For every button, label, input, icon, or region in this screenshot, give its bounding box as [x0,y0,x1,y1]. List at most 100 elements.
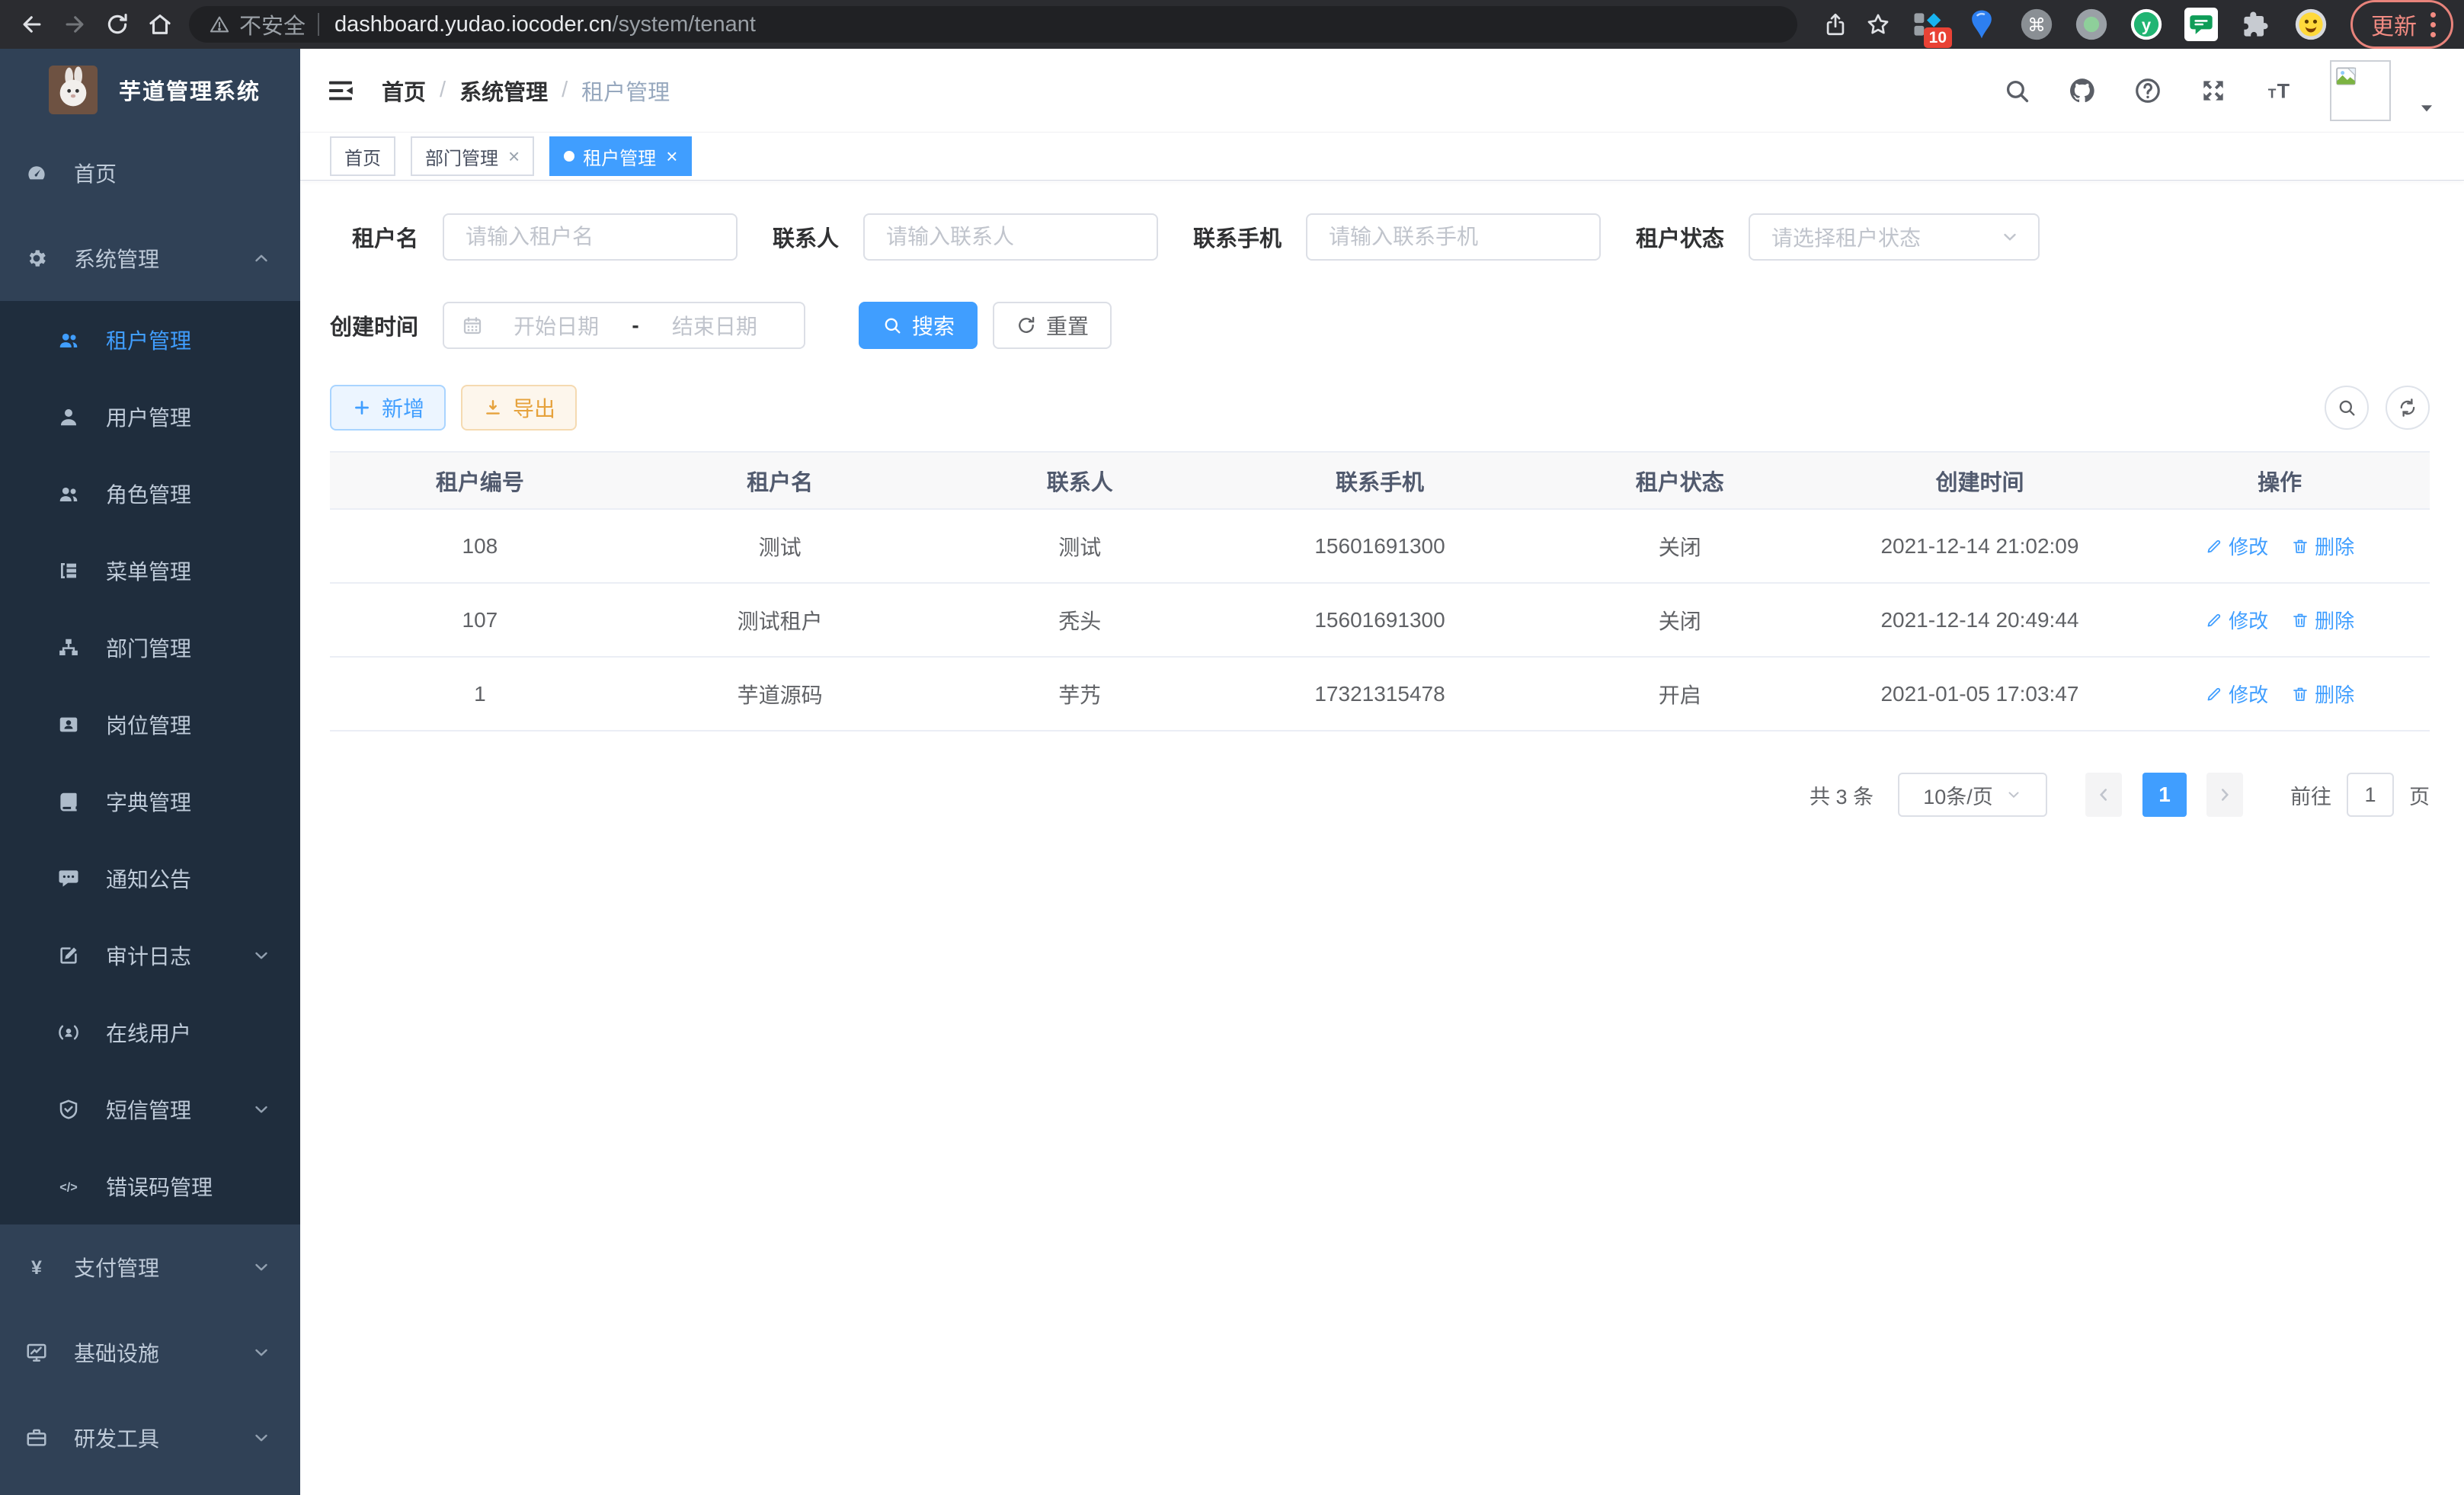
sidebar-item-label: 错误码管理 [106,1171,213,1202]
breadcrumb-system[interactable]: 系统管理 [459,75,548,107]
close-icon[interactable]: × [507,146,520,166]
status-label: 租户状态 [1636,221,1724,253]
reset-button[interactable]: 重置 [993,302,1112,349]
export-button[interactable]: 导出 [461,385,577,431]
cell-mobile: 17321315478 [1230,682,1530,706]
sidebar-item-label: 基础设施 [74,1337,159,1368]
edit-link[interactable]: 修改 [2205,606,2268,634]
search-icon [882,315,903,336]
extension-green-dot-icon[interactable] [2074,7,2109,42]
prev-page-button[interactable] [2085,773,2122,817]
extension-y-logo-icon[interactable]: y [2129,7,2164,42]
fullscreen-icon[interactable] [2199,76,2228,105]
page-number-1[interactable]: 1 [2142,773,2187,817]
font-size-icon[interactable]: TT [2264,76,2293,105]
goto-page-input[interactable] [2347,773,2394,817]
caret-down-icon[interactable] [2417,98,2437,122]
tenant-table: 租户编号 租户名 联系人 联系手机 租户状态 创建时间 操作 108测试测试15… [330,451,2430,731]
app-logo[interactable]: 芋道管理系统 [0,49,300,130]
share-icon[interactable] [1814,3,1857,46]
browser-home-icon[interactable] [139,3,181,46]
extension-command-icon[interactable]: ⌘ [2019,7,2054,42]
search-button[interactable]: 搜索 [859,302,978,349]
cell-created: 2021-12-14 21:02:09 [1830,534,2130,559]
announcement-icon [57,867,80,890]
sidebar-item-sms[interactable]: 短信管理 [0,1071,300,1148]
view-tab-tenant[interactable]: 租户管理× [549,136,692,176]
sidebar-item-dept[interactable]: 部门管理 [0,609,300,686]
delete-link[interactable]: 删除 [2291,532,2354,560]
edit-link[interactable]: 修改 [2205,680,2268,708]
logo-image [49,66,98,114]
tenant-name-input[interactable] [443,213,738,261]
github-icon[interactable] [2068,76,2097,105]
view-tab-dept[interactable]: 部门管理× [411,136,534,176]
sidebar-fold-icon[interactable] [325,75,356,106]
edit-link[interactable]: 修改 [2205,532,2268,560]
next-page-button[interactable] [2206,773,2243,817]
help-icon[interactable] [2133,76,2162,105]
sidebar-item-online-user[interactable]: 在线用户 [0,994,300,1071]
page-unit: 页 [2409,780,2430,810]
search-icon[interactable] [2002,76,2031,105]
sidebar-item-home[interactable]: 首页 [0,130,300,216]
browser-profile-avatar[interactable] [2293,7,2328,42]
sidebar-item-post[interactable]: 岗位管理 [0,686,300,763]
refresh-table-button[interactable] [2386,386,2430,430]
view-tab-home[interactable]: 首页 [330,136,395,176]
sidebar-item-role[interactable]: 角色管理 [0,455,300,532]
sidebar-item-dict[interactable]: 字典管理 [0,763,300,840]
extension-chat-icon[interactable] [2184,7,2219,42]
toggle-search-button[interactable] [2325,386,2369,430]
menu-tree-icon [57,559,80,582]
extensions-puzzle-icon[interactable] [2238,7,2274,42]
sidebar-item-audit-log[interactable]: 审计日志 [0,917,300,994]
sidebar-item-label: 菜单管理 [106,555,191,586]
browser-forward-icon[interactable] [53,3,96,46]
page-content: 租户名 联系人 联系手机 租户状态 请选择租户状态 [300,181,2464,1495]
add-button[interactable]: 新增 [330,385,446,431]
cell-actions: 修改删除 [2130,532,2430,560]
sidebar-item-label: 用户管理 [106,402,191,432]
extension-balloon-icon[interactable] [1964,7,1999,42]
chevron-down-icon [251,946,271,965]
sidebar-item-menu[interactable]: 菜单管理 [0,532,300,609]
delete-link[interactable]: 删除 [2291,606,2354,634]
status-select-placeholder: 请选择租户状态 [1771,222,1921,252]
table-settings [2325,386,2430,430]
sidebar-item-tenant[interactable]: 租户管理 [0,301,300,378]
user-avatar[interactable] [2330,60,2391,121]
page-size-select[interactable]: 10条/页 [1898,773,2047,817]
browser-reload-icon[interactable] [96,3,139,46]
mobile-input[interactable] [1306,213,1601,261]
sidebar-item-error-code[interactable]: </>错误码管理 [0,1148,300,1224]
yen-icon: ¥ [25,1256,48,1279]
screen: 不安全 dashboard.yudao.iocoder.cn/system/te… [0,0,2464,1495]
cell-created: 2021-12-14 20:49:44 [1830,608,2130,632]
sidebar-item-pay[interactable]: ¥支付管理 [0,1224,300,1310]
status-select[interactable]: 请选择租户状态 [1749,213,2040,261]
sidebar-item-infra[interactable]: 基础设施 [0,1310,300,1395]
cell-contact: 测试 [930,531,1230,562]
bookmark-star-icon[interactable] [1857,3,1899,46]
chevron-down-icon [2005,786,2022,803]
browser-back-icon[interactable] [11,3,53,46]
main-area: 首页 / 系统管理 / 租户管理 [300,49,2464,1495]
table-toolbar: 新增 导出 [330,385,2430,431]
extension-grid-diamond-icon[interactable]: 10 [1909,7,1944,42]
url-bar[interactable]: 不安全 dashboard.yudao.iocoder.cn/system/te… [189,6,1797,43]
date-range-picker[interactable]: 开始日期 - 结束日期 [443,302,805,349]
sidebar-item-system[interactable]: 系统管理 [0,216,300,301]
sidebar-item-dev-tools[interactable]: 研发工具 [0,1395,300,1481]
browser-menu-kebab-icon[interactable] [2430,12,2436,37]
browser-update-button[interactable]: 更新 [2350,0,2453,49]
table-row: 108测试测试15601691300关闭2021-12-14 21:02:09修… [330,510,2430,584]
sidebar-item-notice[interactable]: 通知公告 [0,840,300,917]
contact-input[interactable] [863,213,1158,261]
shield-check-icon [57,1098,80,1121]
sidebar-item-label: 首页 [74,158,117,188]
delete-link[interactable]: 删除 [2291,680,2354,708]
sidebar-item-user[interactable]: 用户管理 [0,378,300,455]
close-icon[interactable]: × [664,146,677,166]
breadcrumb-home[interactable]: 首页 [382,75,426,107]
